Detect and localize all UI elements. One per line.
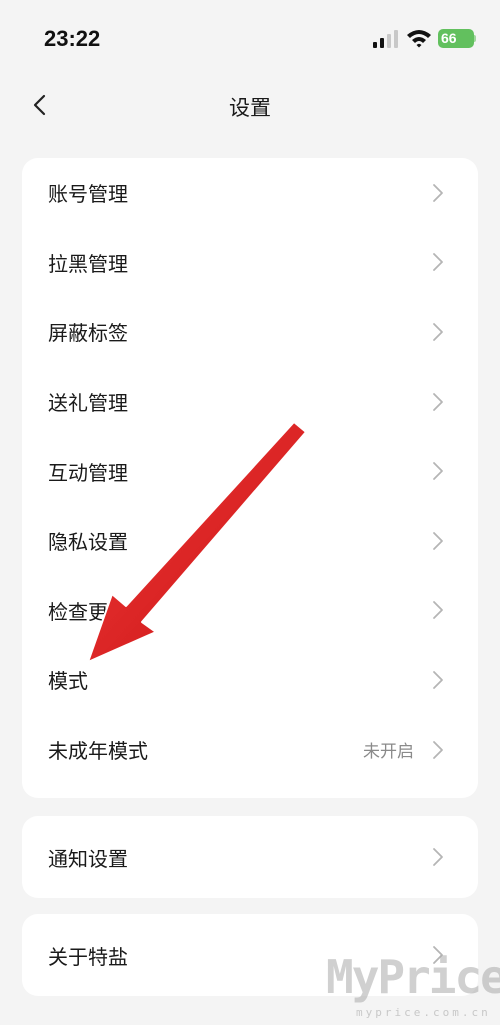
chevron-right-icon <box>433 183 443 202</box>
watermark-logo: MyPrice <box>326 950 500 1004</box>
chevron-right-icon <box>433 462 443 481</box>
chevron-right-icon <box>433 848 443 866</box>
chevron-right-icon <box>433 323 443 341</box>
menu-item-gifts[interactable]: 送礼管理 <box>22 367 478 437</box>
menu-item-label: 屏蔽标签 <box>48 321 128 346</box>
menu-item-account[interactable]: 账号管理 <box>22 158 478 228</box>
status-time: 23:22 <box>44 26 101 51</box>
settings-card-main: 账号管理 拉黑管理 屏蔽标签 送礼管理 互动管理 隐私设置 检查更 模式 未成年… <box>22 158 478 798</box>
menu-item-label: 送礼管理 <box>48 391 128 416</box>
battery-tip <box>474 35 476 42</box>
minor-mode-status: 未开启 <box>363 742 414 763</box>
settings-card-notifications: 通知设置 <box>22 816 478 898</box>
menu-item-privacy[interactable]: 隐私设置 <box>22 506 478 576</box>
menu-item-label: 未成年模式 <box>48 739 148 764</box>
menu-item-label: 隐私设置 <box>48 530 128 555</box>
menu-item-label: 通知设置 <box>48 846 128 871</box>
menu-item-mode[interactable]: 模式 <box>22 645 478 715</box>
signal-icon <box>373 30 398 48</box>
wifi-icon <box>407 30 431 48</box>
chevron-right-icon <box>433 671 443 689</box>
menu-item-check-update[interactable]: 检查更 <box>22 576 478 646</box>
chevron-right-icon <box>433 531 443 550</box>
menu-item-label: 互动管理 <box>48 460 128 485</box>
menu-item-notifications[interactable]: 通知设置 <box>22 816 478 898</box>
chevron-right-icon <box>433 253 443 272</box>
nav-bar: 设置 <box>0 74 500 138</box>
watermark-url: myprice.com.cn <box>356 1006 491 1019</box>
menu-item-blocked-tags[interactable]: 屏蔽标签 <box>22 297 478 367</box>
menu-item-blocklist[interactable]: 拉黑管理 <box>22 228 478 298</box>
chevron-right-icon <box>433 392 443 411</box>
battery-indicator: 66 <box>438 29 474 48</box>
chevron-right-icon <box>433 740 443 759</box>
menu-item-minor-mode[interactable]: 未成年模式 未开启 <box>22 715 478 785</box>
menu-item-interactions[interactable]: 互动管理 <box>22 436 478 506</box>
status-bar: 23:22 66 <box>0 0 500 74</box>
chevron-right-icon <box>433 601 443 620</box>
menu-item-label: 账号管理 <box>48 182 128 207</box>
menu-item-label: 检查更 <box>48 599 108 624</box>
menu-item-label: 拉黑管理 <box>48 251 128 276</box>
page-title: 设置 <box>229 96 271 120</box>
menu-item-label: 模式 <box>48 669 88 694</box>
